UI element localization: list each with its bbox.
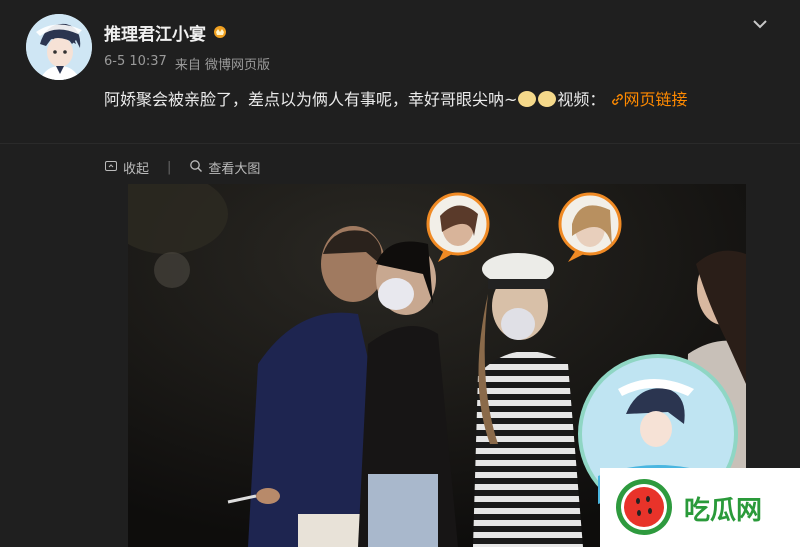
cat-emoji-icon — [538, 91, 557, 107]
collapse-icon — [104, 159, 118, 177]
post-time[interactable]: 6-5 10:37 — [104, 54, 167, 73]
link-icon — [605, 90, 623, 109]
more-options-icon[interactable] — [750, 14, 770, 34]
zoom-icon — [189, 159, 203, 177]
watermark-text: 吃瓜网 — [684, 496, 763, 526]
view-large-button[interactable]: 查看大图 — [189, 158, 260, 177]
post-text-main: 阿娇聚会被亲脸了，差点以为俩人有事呢，幸好哥眼尖呐~ — [104, 90, 518, 109]
post-text-video-label: 视频： — [557, 90, 606, 109]
collapse-label: 收起 — [123, 162, 150, 177]
toolbar-separator: | — [167, 160, 172, 175]
author-name[interactable]: 推理君江小宴 — [104, 20, 206, 45]
post-source: 来自 微博网页版 — [174, 58, 270, 73]
view-large-label: 查看大图 — [208, 162, 261, 177]
web-link[interactable]: 网页链接 — [605, 90, 688, 109]
post-meta: 6-5 10:37 来自 微博网页版 — [104, 54, 270, 73]
web-link-text: 网页链接 — [623, 90, 688, 109]
collapse-button[interactable]: 收起 — [104, 158, 149, 177]
site-watermark: 吃瓜网 — [600, 468, 800, 547]
post-text: 阿娇聚会被亲脸了，差点以为俩人有事呢，幸好哥眼尖呐~ 视频： 网页链接 — [104, 86, 774, 113]
avatar-illustration — [26, 14, 92, 80]
author-avatar[interactable] — [26, 14, 92, 80]
author-name-row: 推理君江小宴 — [104, 20, 228, 45]
crown-badge-icon — [212, 24, 228, 42]
watermelon-logo-icon — [616, 479, 672, 535]
divider — [0, 143, 800, 144]
doge-emoji-icon — [518, 91, 537, 107]
image-toolbar: 收起 | 查看大图 — [104, 158, 260, 177]
